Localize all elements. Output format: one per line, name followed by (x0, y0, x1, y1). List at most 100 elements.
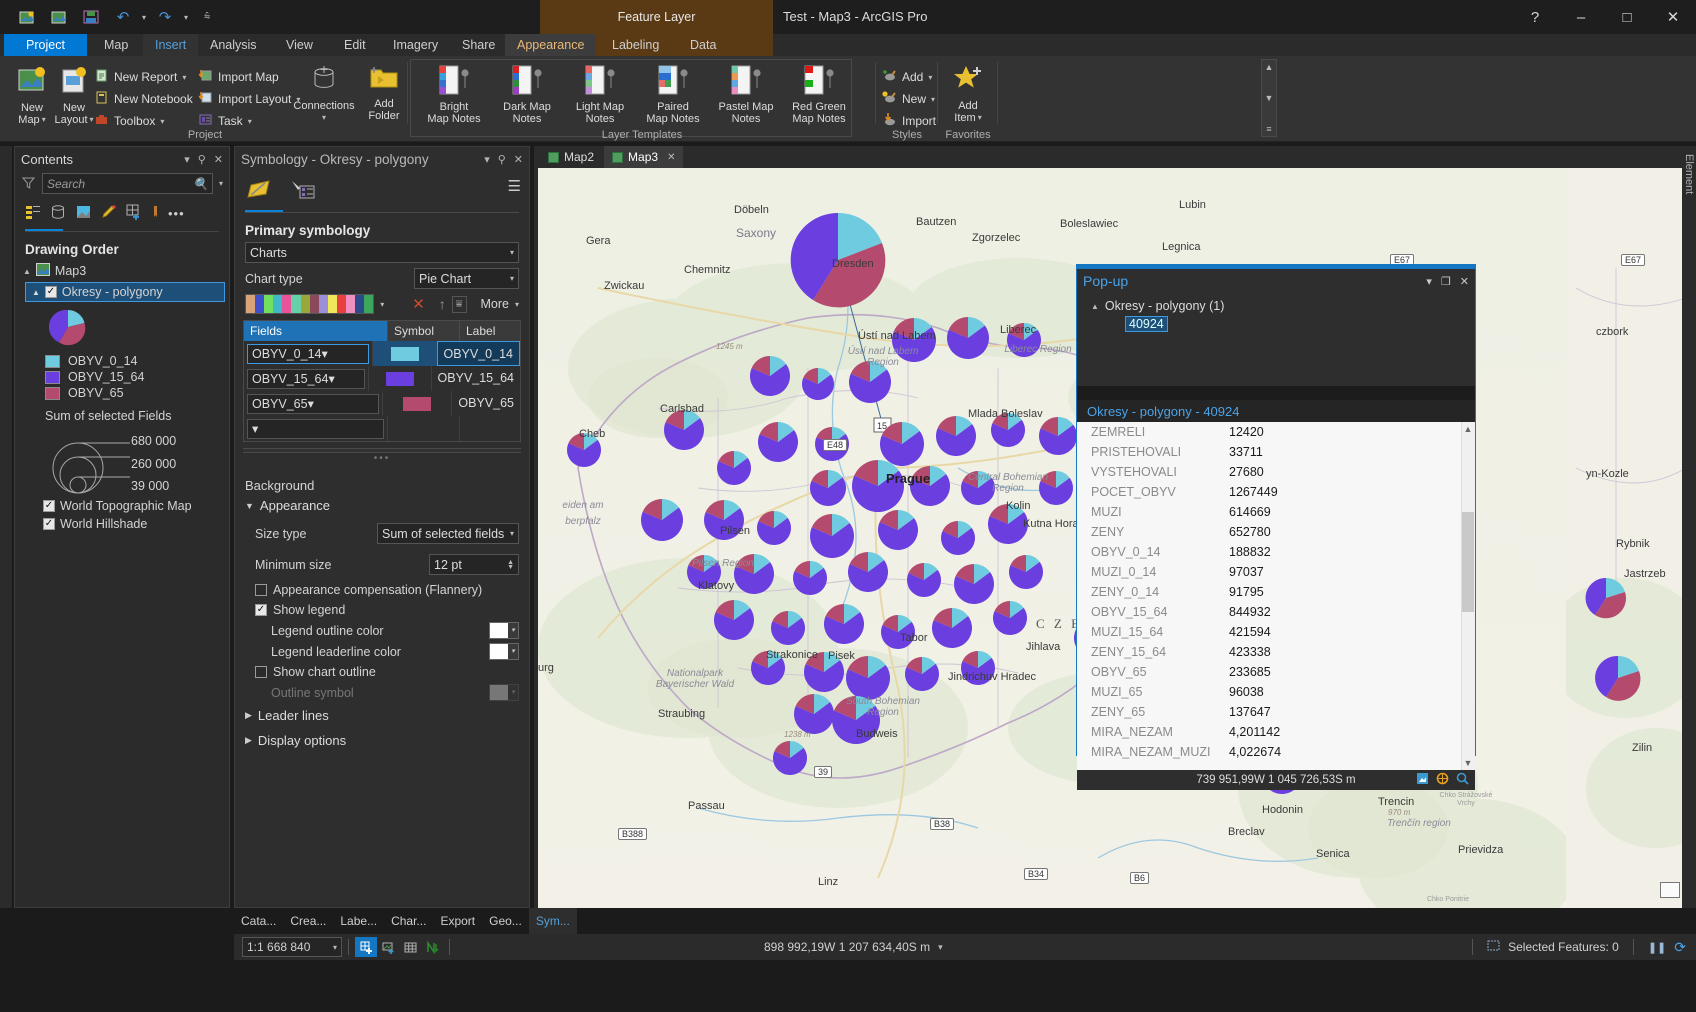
contents-menu-icon[interactable]: ▾ (184, 153, 190, 166)
pane-resize-grip[interactable]: ••• (235, 453, 529, 464)
tab-map[interactable]: Map (92, 34, 140, 56)
show-chart-outline-checkbox[interactable] (255, 666, 267, 678)
legend-leaderline-color-button[interactable]: ▾ (489, 643, 519, 660)
customize-qat-icon[interactable]: ⩯ (194, 4, 220, 30)
toolbox-caret-icon[interactable]: ▾ (160, 117, 164, 126)
symbology-pin-icon[interactable]: ⚲ (498, 153, 506, 166)
scroll-down-icon[interactable]: ▼ (1462, 756, 1474, 770)
layer-templates-scrollbar[interactable]: ▲ ▼ ≡ (1261, 59, 1277, 137)
tree-item-layer[interactable]: ▲ ✓ Okresy - polygony (25, 282, 225, 302)
chevron-down-icon[interactable]: ▾ (510, 274, 514, 283)
symbol-cell-2[interactable] (382, 391, 451, 416)
chevron-down-icon[interactable]: ▾ (322, 346, 328, 361)
layer-template-dark-map-notes[interactable]: Dark Map Notes (491, 64, 563, 125)
element-pane-tab[interactable]: Element (1682, 150, 1696, 198)
contents-pin-icon[interactable]: ⚲ (198, 153, 206, 166)
scroll-down-icon[interactable]: ▼ (1265, 93, 1274, 103)
move-up-button[interactable]: ↑ (439, 296, 446, 312)
open-project-icon[interactable] (46, 4, 72, 30)
list-by-selection-icon[interactable] (75, 204, 92, 223)
legend-outline-color-button[interactable]: ▾ (489, 622, 519, 639)
label-cell-3[interactable] (459, 416, 520, 441)
list-by-snapping-icon[interactable] (125, 204, 142, 223)
import-map-button[interactable]: Import Map (198, 66, 300, 88)
pan-to-icon[interactable] (1436, 772, 1449, 788)
appearance-section-header[interactable]: ▼ Appearance (235, 493, 529, 518)
symbol-cell-0[interactable] (372, 341, 437, 366)
field-select-3[interactable]: ▾ (247, 418, 384, 439)
connections-caret-icon[interactable]: ▾ (322, 112, 326, 124)
basemap-topo-checkbox[interactable]: ✓ (43, 500, 55, 512)
refresh-icon[interactable]: ⟳ (1674, 939, 1686, 956)
table-row[interactable]: ▾ (244, 416, 520, 441)
dock-tab-label[interactable]: Labe... (333, 908, 384, 934)
tab-insert[interactable]: Insert (143, 34, 199, 56)
stepper-icon[interactable]: ▲ ▼ (507, 559, 514, 571)
attribute-row[interactable]: OBYV_15_64 844932 (1077, 602, 1475, 622)
column-header-symbol[interactable]: Symbol (387, 321, 459, 341)
search-icon[interactable] (1456, 772, 1469, 788)
list-by-data-source-icon[interactable] (50, 204, 67, 223)
more-options-icon[interactable]: ••• (168, 206, 185, 221)
grid-icon[interactable] (399, 937, 421, 957)
tab-imagery[interactable]: Imagery (381, 34, 450, 56)
basemap-hillshade-checkbox[interactable]: ✓ (43, 518, 55, 530)
dock-tab-export[interactable]: Export (433, 908, 482, 934)
attribute-row[interactable]: ZENY_15_64 423338 (1077, 642, 1475, 662)
chevron-down-icon[interactable]: ▾ (328, 371, 334, 386)
popup-selected-feature[interactable]: 40924 (1125, 316, 1168, 332)
close-button[interactable]: ✕ (1650, 0, 1696, 34)
list-by-editing-icon[interactable] (100, 204, 117, 223)
popup-tree-node[interactable]: ▲ Okresy - polygony (1) (1091, 299, 1475, 313)
list-by-drawing-order-icon[interactable] (25, 204, 42, 223)
field-select-0[interactable]: OBYV_0_14 ▾ (247, 343, 370, 364)
attribute-row[interactable]: MUZI_15_64 421594 (1077, 622, 1475, 642)
add-item-button[interactable]: Add Item ▾ (944, 64, 992, 124)
layer-visibility-checkbox[interactable]: ✓ (44, 286, 57, 298)
tab-appearance[interactable]: Appearance (505, 34, 597, 56)
symbology-gallery-icon[interactable] (245, 177, 275, 206)
attribute-row[interactable]: PRISTEHOVALI 33711 (1077, 442, 1475, 462)
symbology-options-menu-icon[interactable]: ☰ (508, 177, 521, 195)
dock-tab-symbology[interactable]: Sym... (528, 908, 577, 934)
tree-item-basemap-hillshade[interactable]: ✓ World Hillshade (15, 515, 229, 533)
field-select-2[interactable]: OBYV_65 ▾ (247, 393, 379, 414)
minimize-button[interactable]: – (1558, 0, 1604, 34)
new-style-caret-icon[interactable]: ▾ (931, 95, 935, 104)
table-row[interactable]: OBYV_15_64 ▾ OBYV_15_64 (244, 366, 520, 391)
new-report-button[interactable]: New Report ▾ (94, 66, 193, 88)
column-header-fields[interactable]: Fields (244, 321, 387, 341)
maximize-button[interactable]: □ (1604, 0, 1650, 34)
map-overview-toggle[interactable] (1660, 882, 1680, 898)
collapse-arrow-icon[interactable]: ▲ (32, 288, 40, 297)
map-scale-select[interactable]: 1:1 668 840 ▾ (242, 937, 342, 957)
dock-tab-chart[interactable]: Char... (384, 908, 433, 934)
primary-symbology-select[interactable]: Charts ▾ (245, 242, 519, 263)
connections-button[interactable]: Connections ▾ (293, 64, 355, 124)
undo-caret-icon[interactable]: ▾ (142, 13, 146, 22)
size-type-select[interactable]: Sum of selected fields ▾ (377, 523, 519, 544)
attribute-row[interactable]: POCET_OBYV 1267449 (1077, 482, 1475, 502)
tab-data[interactable]: Data (678, 34, 729, 56)
pause-drawing-icon[interactable]: ❚❚ (1648, 941, 1666, 954)
bookmark-icon[interactable] (377, 937, 399, 957)
search-options-caret-icon[interactable]: ▾ (219, 179, 223, 188)
attribute-row[interactable]: OBYV_0_14 188832 (1077, 542, 1475, 562)
attribute-row[interactable]: MUZI 614669 (1077, 502, 1475, 522)
chevron-down-icon[interactable]: ▾ (252, 421, 258, 436)
attribute-row[interactable]: ZENY_65 137647 (1077, 702, 1475, 722)
contents-search-input[interactable]: Search 🔍 (42, 173, 213, 194)
expand-gallery-icon[interactable]: ≡ (1266, 124, 1271, 134)
tab-edit[interactable]: Edit (332, 34, 378, 56)
tab-share[interactable]: Share (450, 34, 507, 56)
map-tab-map3[interactable]: Map3 ✕ (604, 146, 684, 168)
attribute-row[interactable]: MUZI_65 96038 (1077, 682, 1475, 702)
chevron-down-icon[interactable]: ▾ (938, 942, 943, 953)
add-style-button[interactable]: Add ▾ (882, 66, 936, 88)
collapse-arrow-icon[interactable]: ▲ (1091, 302, 1099, 311)
popup-splitter[interactable] (1077, 386, 1475, 400)
tab-labeling[interactable]: Labeling (600, 34, 672, 56)
map-tab-close-icon[interactable]: ✕ (667, 152, 675, 163)
layer-template-paired-map-notes[interactable]: Paired Map Notes (637, 64, 709, 125)
contents-close-icon[interactable]: ✕ (214, 153, 223, 166)
